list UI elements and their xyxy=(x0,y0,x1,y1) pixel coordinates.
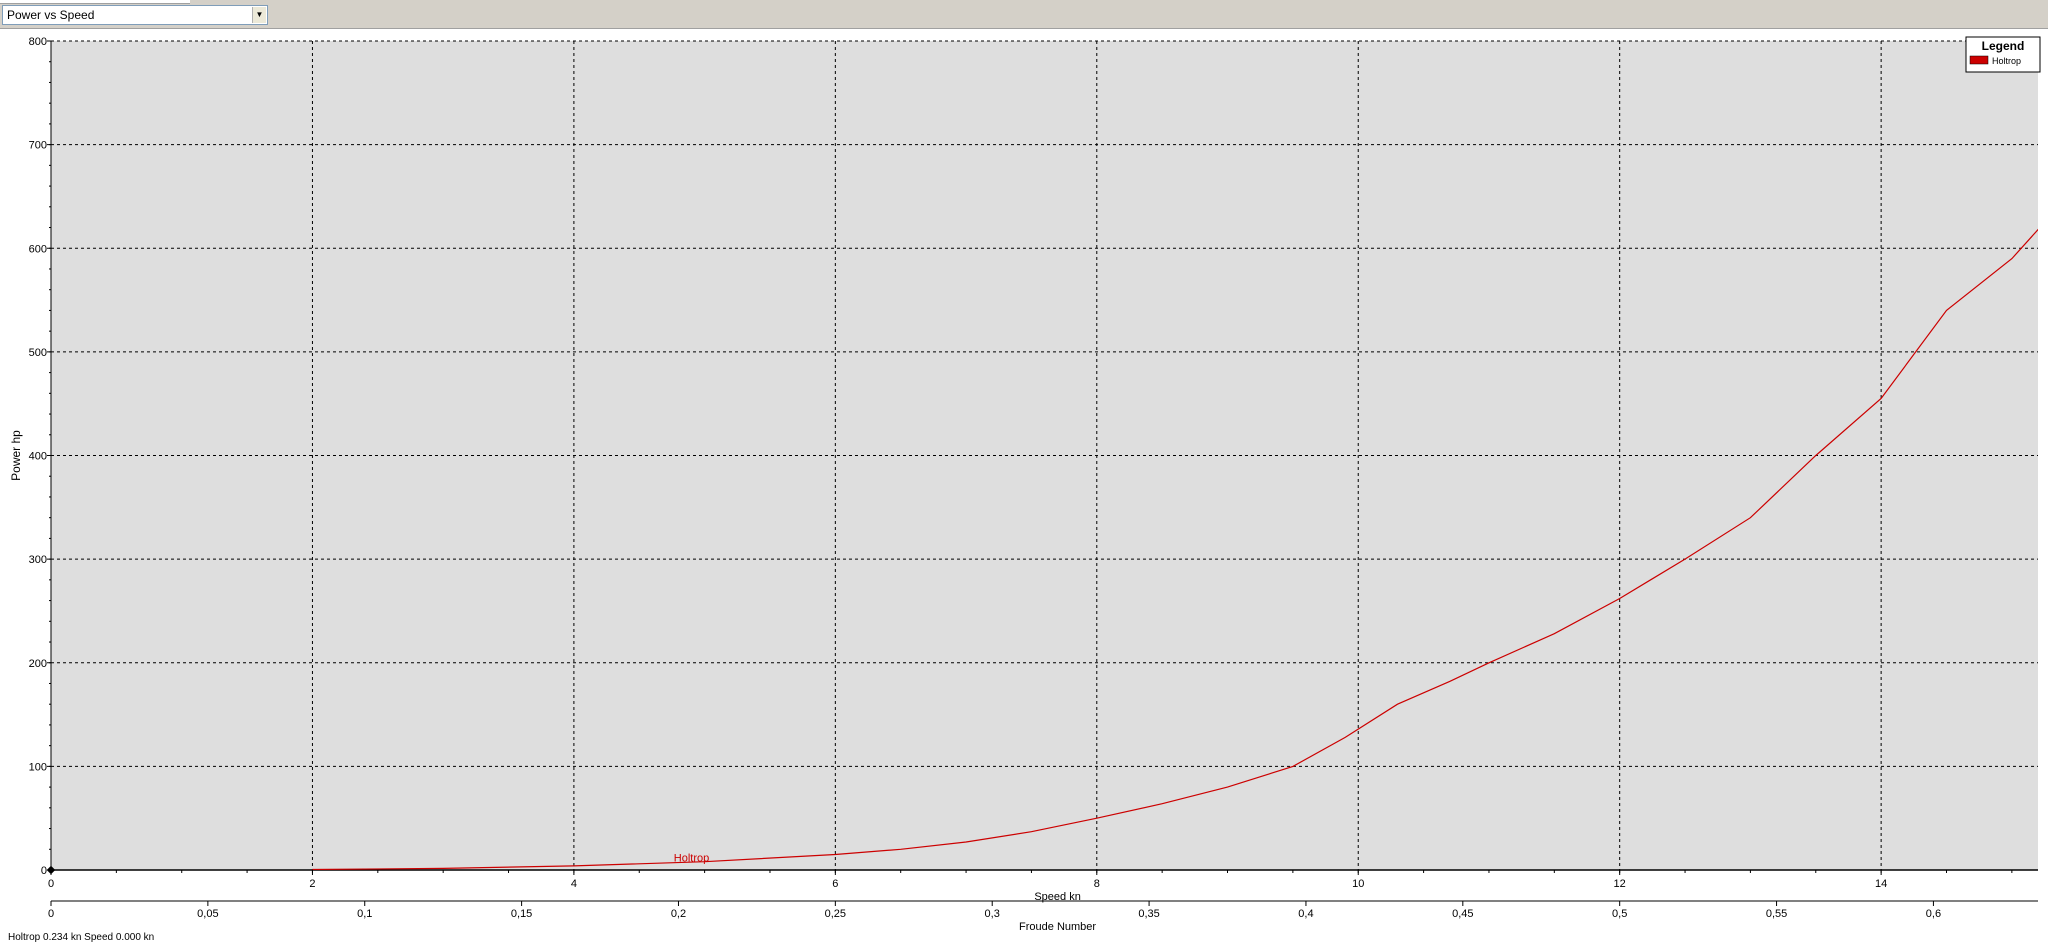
froude-tick-label: 0 xyxy=(48,908,54,920)
x-tick-label: 14 xyxy=(1875,878,1887,890)
x-tick-label: 12 xyxy=(1614,878,1626,890)
froude-tick-label: 0,3 xyxy=(985,908,1000,920)
x-tick-label: 8 xyxy=(1094,878,1100,890)
froude-tick-label: 0,5 xyxy=(1612,908,1627,920)
legend-title: Legend xyxy=(1982,39,2025,53)
x-tick-label: 10 xyxy=(1352,878,1364,890)
y-tick-label: 300 xyxy=(29,554,47,566)
froude-tick-label: 0,05 xyxy=(197,908,218,920)
y-tick-label: 700 xyxy=(29,140,47,152)
power-speed-chart: 01002003004005006007008000 2 4 6 8 10 12 14Spee… xyxy=(9,36,2041,932)
chevron-down-icon[interactable]: ▼ xyxy=(252,7,266,23)
tab-strip xyxy=(0,0,190,4)
legend-swatch xyxy=(1969,55,1989,65)
y-tick-label: 500 xyxy=(29,347,47,359)
froude-tick-label: 0,1 xyxy=(357,908,372,920)
froude-tick-label: 0,6 xyxy=(1926,908,1941,920)
chart-selector-dropdown[interactable]: Power vs Speed ▼ xyxy=(2,5,268,25)
froude-tick-label: 0,25 xyxy=(825,908,846,920)
chart-selector-value: Power vs Speed xyxy=(7,8,95,22)
x-tick-label: 4 xyxy=(571,878,577,890)
status-bar: Holtrop 0.234 kn Speed 0.000 kn xyxy=(8,932,155,942)
legend-entry-label: Holtrop xyxy=(1992,56,2021,66)
y-tick-label: 100 xyxy=(29,761,47,773)
froude-tick-label: 0,15 xyxy=(511,908,532,920)
froude-axis-title: Froude Number xyxy=(1019,921,1096,932)
y-axis-title: Power hp xyxy=(9,430,23,481)
x-tick-label: 0 xyxy=(48,878,54,890)
froude-tick-label: 0,4 xyxy=(1298,908,1313,920)
toolbar: Power vs Speed ▼ xyxy=(0,0,2048,29)
froude-tick-label: 0,35 xyxy=(1138,908,1159,920)
y-tick-label: 400 xyxy=(29,451,47,463)
y-tick-label: 800 xyxy=(29,36,47,48)
froude-tick-label: 0,45 xyxy=(1452,908,1473,920)
series-inline-label: Holtrop xyxy=(674,853,709,865)
x-tick-label: 2 xyxy=(309,878,315,890)
y-tick-label: 600 xyxy=(29,243,47,255)
x-tick-label: 6 xyxy=(832,878,838,890)
froude-tick-label: 0,55 xyxy=(1766,908,1787,920)
froude-tick-label: 0,2 xyxy=(671,908,686,920)
y-tick-label: 200 xyxy=(29,658,47,670)
y-tick-label: 0 xyxy=(41,865,47,877)
